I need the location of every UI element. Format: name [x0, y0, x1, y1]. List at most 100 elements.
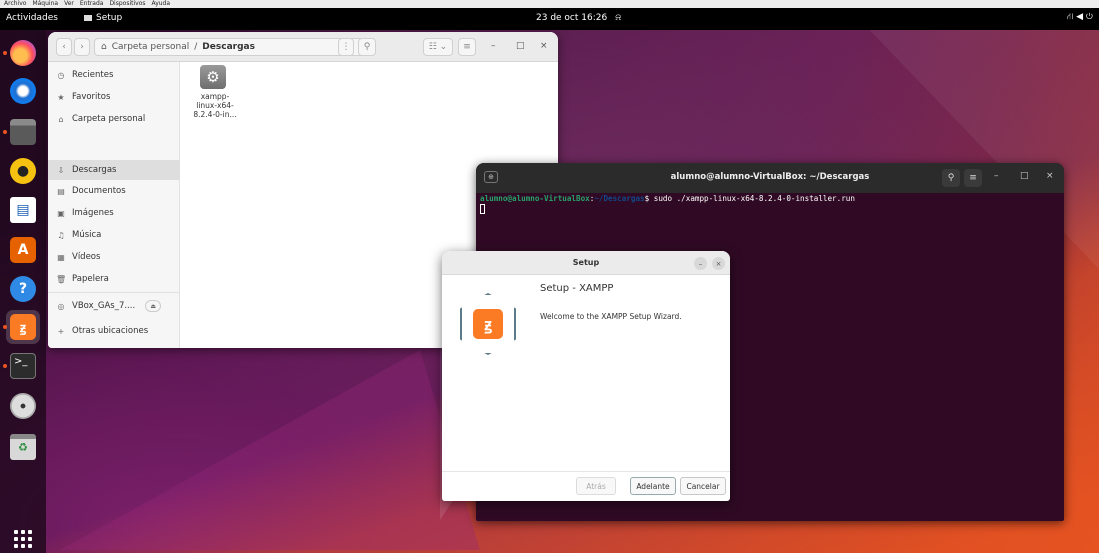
clock[interactable]: 23 de oct 16:26 ⍾ — [536, 13, 621, 23]
minimize-icon[interactable]: – — [491, 41, 496, 51]
path-home[interactable]: Carpeta personal — [112, 42, 190, 52]
vbox-menu-maquina[interactable]: Máquina — [32, 0, 58, 8]
setup-heading: Setup - XAMPP — [540, 283, 614, 294]
sidebar-item-otras-ubicaciones[interactable]: + Otras ubicaciones — [48, 321, 180, 341]
sidebar-item-carpeta-personal[interactable]: ⌂ Carpeta personal — [48, 109, 180, 129]
terminal-command-line: alumno@alumno-VirtualBox:~/Descargas$ su… — [480, 194, 855, 203]
system-tray[interactable]: ⛙ ◀ ⏻ — [1067, 12, 1093, 23]
image-icon: ▣ — [57, 208, 65, 218]
sidebar-item-label: Recientes — [72, 70, 114, 80]
xampp-icon[interactable]: ꙃ — [10, 314, 36, 340]
thunderbird-icon[interactable] — [10, 78, 36, 104]
vbox-menu-dispositivos[interactable]: Dispositivos — [109, 0, 145, 8]
vbox-menubar: Archivo Máquina Ver Entrada Dispositivos… — [0, 0, 1099, 8]
star-icon: ★ — [57, 92, 65, 102]
chevron-right-icon: › — [80, 42, 84, 52]
sidebar-divider — [48, 292, 180, 293]
vbox-menu-entrada[interactable]: Entrada — [80, 0, 104, 8]
sidebar-item-label: Favoritos — [72, 92, 111, 102]
sidebar-item-musica[interactable]: ♫ Música — [48, 225, 180, 245]
sidebar-item-papelera[interactable]: 🗑 Papelera — [48, 269, 180, 289]
path-separator: / — [194, 42, 198, 52]
libreoffice-writer-icon[interactable]: ▤ — [10, 197, 36, 223]
prompt-user: alumno@alumno-VirtualBox — [480, 194, 590, 203]
setup-welcome-text: Welcome to the XAMPP Setup Wizard. — [540, 312, 682, 321]
vbox-menu-archivo[interactable]: Archivo — [4, 0, 26, 8]
document-icon: ▤ — [57, 186, 65, 196]
xampp-logo-icon: ꙃ — [473, 309, 503, 339]
trash-icon[interactable]: ♻ — [10, 434, 36, 460]
close-icon[interactable]: × — [712, 257, 725, 270]
terminal-headerbar: ⊕ alumno@alumno-VirtualBox: ~/Descargas … — [476, 163, 1064, 193]
cancel-button[interactable]: Cancelar — [680, 477, 726, 495]
video-icon: ▦ — [57, 252, 65, 262]
vbox-menu-ayuda[interactable]: Ayuda — [152, 0, 171, 8]
plus-icon: + — [57, 326, 65, 336]
back-button[interactable]: ‹ — [56, 38, 72, 56]
help-icon[interactable]: ? — [10, 276, 36, 302]
view-toggle-button[interactable]: ☷ ⌄ — [423, 38, 453, 56]
firefox-icon[interactable] — [10, 40, 36, 66]
software-center-icon[interactable]: A — [10, 237, 36, 263]
clock-label: 23 de oct 16:26 — [536, 13, 608, 23]
sidebar-item-vbox-gas[interactable]: ◎ VBox_GAs_7.... ⏏ — [48, 296, 180, 316]
terminal-cursor — [480, 204, 485, 214]
sidebar-item-imagenes[interactable]: ▣ Imágenes — [48, 203, 180, 223]
file-label: xampp- linux-x64- 8.2.4-0-in... — [193, 92, 237, 119]
sidebar-item-label: Documentos — [72, 186, 126, 196]
search-button[interactable]: ⚲ — [358, 38, 376, 56]
disc-icon[interactable] — [10, 393, 36, 419]
sidebar-item-label: Carpeta personal — [72, 114, 146, 124]
path-current[interactable]: Descargas — [202, 42, 255, 52]
close-icon[interactable]: × — [1046, 171, 1054, 181]
dock: ● ▤ A ? ꙃ >_ ♻ — [0, 30, 46, 553]
sidebar-item-favoritos[interactable]: ★ Favoritos — [48, 87, 180, 107]
file-xampp-installer[interactable]: ⚙ xampp- linux-x64- 8.2.4-0-in... — [184, 62, 246, 142]
sidebar-item-label: Descargas — [72, 165, 117, 175]
terminal-command: $ sudo ./xampp-linux-x64-8.2.4-0-install… — [644, 194, 855, 203]
search-icon: ⚲ — [947, 173, 955, 183]
minimize-icon[interactable]: – — [994, 171, 999, 181]
eject-icon[interactable]: ⏏ — [145, 300, 162, 312]
sidebar-item-label: Otras ubicaciones — [72, 326, 149, 336]
app-menu[interactable]: Setup — [84, 13, 122, 23]
running-indicator — [3, 130, 7, 134]
close-icon[interactable]: × — [540, 41, 548, 51]
path-bar[interactable]: ⌂ Carpeta personal / Descargas — [94, 38, 374, 56]
sidebar-item-videos[interactable]: ▦ Vídeos — [48, 247, 180, 267]
terminal-icon[interactable]: >_ — [10, 353, 36, 379]
files-icon[interactable] — [10, 119, 36, 145]
back-button[interactable]: Atrás — [576, 477, 616, 495]
sidebar-item-label: Imágenes — [72, 208, 114, 218]
xampp-logo: ꙃ — [460, 293, 516, 355]
hamburger-icon: ≡ — [463, 42, 471, 52]
hamburger-icon: ≡ — [969, 173, 977, 183]
list-view-icon: ☷ ⌄ — [428, 42, 448, 52]
activities-button[interactable]: Actividades — [6, 13, 58, 23]
tray-icons: ⛙ ◀ ⏻ — [1066, 12, 1093, 22]
maximize-icon[interactable]: □ — [516, 41, 525, 51]
files-headerbar: ‹ › ⌂ Carpeta personal / Descargas ⋮ ⚲ ☷… — [48, 32, 558, 62]
sidebar-item-recientes[interactable]: ◷ Recientes — [48, 65, 180, 85]
setup-headerbar: Setup – × — [442, 251, 730, 275]
maximize-icon[interactable]: □ — [1020, 171, 1029, 181]
wallpaper-shape — [60, 350, 480, 550]
notification-icon: ⍾ — [615, 13, 622, 23]
menu-button[interactable]: ≡ — [964, 169, 982, 187]
forward-button[interactable]: › — [74, 38, 90, 56]
sidebar-item-label: Música — [72, 230, 102, 240]
search-button[interactable]: ⚲ — [942, 169, 960, 187]
show-apps-icon[interactable] — [12, 528, 34, 550]
sidebar-item-descargas[interactable]: ⇩ Descargas — [48, 160, 180, 180]
sidebar-item-documentos[interactable]: ▤ Documentos — [48, 181, 180, 201]
files-sidebar: ◷ Recientes ★ Favoritos ⌂ Carpeta person… — [48, 62, 180, 348]
path-menu-button[interactable]: ⋮ — [338, 38, 354, 56]
kebab-menu-icon: ⋮ — [341, 42, 351, 52]
menu-button[interactable]: ≡ — [458, 38, 476, 56]
disc-icon: ◎ — [57, 301, 65, 311]
next-button[interactable]: Adelante — [630, 477, 676, 495]
minimize-icon[interactable]: – — [694, 257, 707, 270]
vbox-menu-ver[interactable]: Ver — [64, 0, 74, 8]
running-indicator — [3, 325, 7, 329]
rhythmbox-icon[interactable]: ● — [10, 158, 36, 184]
